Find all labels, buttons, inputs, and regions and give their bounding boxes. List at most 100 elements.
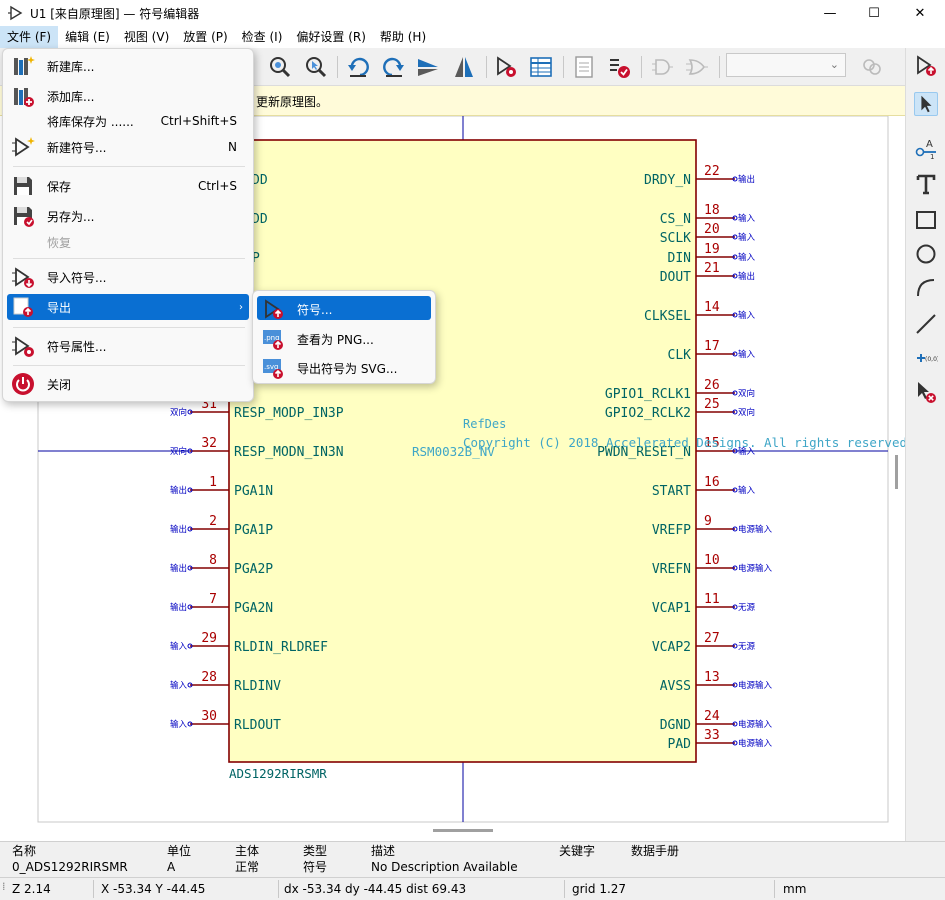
- menu-export-symbol[interactable]: 符号...: [257, 296, 431, 320]
- prop-label: 关键字: [559, 844, 596, 858]
- pin-name[interactable]: DGND: [660, 718, 691, 733]
- update-in-schematic-icon[interactable]: [914, 54, 938, 78]
- refdes-field[interactable]: RefDes: [463, 417, 506, 431]
- pin-name[interactable]: PGA2N: [234, 601, 273, 616]
- pin-number: 19: [704, 242, 720, 257]
- status-separator: [564, 880, 565, 898]
- datasheet-icon[interactable]: [572, 55, 596, 79]
- pin-name-partial[interactable]: DD: [252, 173, 268, 188]
- rotate-cw-icon[interactable]: [382, 55, 406, 79]
- menu-new-symbol[interactable]: 新建符号... N: [7, 134, 249, 160]
- pin-name[interactable]: CS_N: [660, 212, 691, 227]
- add-arc-icon[interactable]: [914, 276, 938, 300]
- menu-help[interactable]: 帮助 (H): [373, 26, 433, 48]
- pin-name[interactable]: PGA1N: [234, 484, 273, 499]
- pin-name[interactable]: CLK: [668, 348, 692, 363]
- pin-name[interactable]: RLDOUT: [234, 718, 281, 733]
- pin-name[interactable]: RLDINV: [234, 679, 281, 694]
- de-morgan-standard-icon[interactable]: [650, 55, 674, 79]
- zoom-selection-icon[interactable]: [304, 55, 328, 79]
- add-rectangle-icon[interactable]: [914, 208, 938, 232]
- symbol-properties-tool-icon[interactable]: [494, 55, 518, 79]
- menu-label: 保存: [47, 179, 72, 194]
- pin-electrical-type: 输入: [738, 252, 756, 263]
- pin-name[interactable]: GPIO1_RCLK1: [605, 387, 691, 402]
- menu-file[interactable]: 文件 (F): [0, 26, 59, 48]
- pin-number: 29: [201, 631, 217, 646]
- de-morgan-alternate-icon[interactable]: [685, 55, 709, 79]
- add-text-icon[interactable]: [914, 172, 938, 196]
- menu-export-svg[interactable]: .svg 导出符号为 SVG...: [257, 355, 431, 379]
- menu-save-library-as[interactable]: 将库保存为 ...... Ctrl+Shift+S: [7, 108, 249, 134]
- part-name-field[interactable]: ADS1292RIRSMR: [229, 766, 327, 781]
- mirror-vertical-icon[interactable]: [416, 55, 440, 79]
- footprint-field[interactable]: RSM0032B_NV: [412, 444, 495, 459]
- pin-table-icon[interactable]: [529, 55, 553, 79]
- set-anchor-icon[interactable]: (0,0): [914, 346, 938, 370]
- menu-import-symbol[interactable]: 导入符号...: [7, 264, 249, 290]
- pin-name[interactable]: DRDY_N: [644, 173, 691, 188]
- pin-name[interactable]: AVSS: [660, 679, 691, 694]
- pin-name[interactable]: VREFP: [652, 523, 691, 538]
- prop-value: A: [167, 860, 176, 874]
- zoom-fit-icon[interactable]: [268, 55, 292, 79]
- delete-tool-icon[interactable]: [914, 380, 938, 404]
- pin-name[interactable]: VCAP1: [652, 601, 691, 616]
- pin-name[interactable]: PGA1P: [234, 523, 273, 538]
- pin-name[interactable]: CLKSEL: [644, 309, 691, 324]
- horizontal-scrollbar[interactable]: [433, 829, 493, 832]
- menu-add-library[interactable]: 添加库...: [7, 83, 249, 109]
- menu-edit[interactable]: 编辑 (E): [58, 26, 117, 48]
- pin-name-partial[interactable]: DD: [252, 212, 268, 227]
- menu-label: 新建符号...: [47, 140, 107, 155]
- pin-name[interactable]: RLDIN_RLDREF: [234, 640, 328, 655]
- menu-symbol-properties[interactable]: 符号属性...: [7, 333, 249, 359]
- pin-number: 7: [209, 592, 217, 607]
- pin-name[interactable]: START: [652, 484, 691, 499]
- menu-new-library[interactable]: 新建库...: [7, 53, 249, 79]
- sync-pins-icon[interactable]: [860, 55, 884, 79]
- menu-inspect[interactable]: 检查 (I): [235, 26, 290, 48]
- menu-save-as[interactable]: 另存为...: [7, 203, 249, 229]
- add-pin-icon[interactable]: A 1: [914, 136, 938, 160]
- prop-label: 描述: [371, 844, 396, 858]
- app-symbol-icon: [8, 5, 23, 21]
- status-separator: [774, 880, 775, 898]
- pin-name[interactable]: PAD: [668, 737, 692, 752]
- copyright-field[interactable]: Copyright (C) 2018 Accelerated Designs. …: [463, 435, 905, 450]
- pin-name[interactable]: VCAP2: [652, 640, 691, 655]
- pin-name[interactable]: DOUT: [660, 270, 691, 285]
- add-circle-icon[interactable]: [914, 242, 938, 266]
- menu-save[interactable]: 保存 Ctrl+S: [7, 173, 249, 199]
- pin-name[interactable]: PGA2P: [234, 562, 273, 577]
- symbol-properties-panel: 名称 0_ADS1292RIRSMR 单位 A 主体 正常 类型 符号 描述 N…: [0, 841, 945, 877]
- menu-revert[interactable]: 恢复: [7, 229, 249, 255]
- add-line-icon[interactable]: [914, 312, 938, 336]
- menu-place[interactable]: 放置 (P): [176, 26, 234, 48]
- pin-name[interactable]: SCLK: [660, 231, 691, 246]
- menu-preferences[interactable]: 偏好设置 (R): [289, 26, 373, 48]
- menu-view-as-png[interactable]: .png 查看为 PNG...: [257, 326, 431, 350]
- menu-shortcut: Ctrl+S: [197, 179, 237, 193]
- cursor-arrow-icon: [921, 95, 932, 113]
- pin-name[interactable]: RESP_MODP_IN3P: [234, 406, 344, 421]
- unit-selector-dropdown[interactable]: ⌄: [726, 53, 846, 77]
- symbol-checker-icon[interactable]: [607, 55, 631, 79]
- minimize-button[interactable]: —: [807, 0, 853, 26]
- pin-number: 8: [209, 553, 217, 568]
- select-tool-button[interactable]: [914, 92, 938, 116]
- menu-view[interactable]: 视图 (V): [117, 26, 176, 48]
- pin-name[interactable]: GPIO2_RCLK2: [605, 406, 691, 421]
- pin-name[interactable]: DIN: [668, 251, 691, 266]
- vertical-scrollbar[interactable]: [895, 455, 898, 489]
- pin-number: 28: [201, 670, 217, 685]
- mirror-horizontal-icon[interactable]: [452, 55, 476, 79]
- maximize-button[interactable]: ☐: [851, 0, 897, 26]
- menu-close[interactable]: 关闭: [7, 371, 249, 397]
- menu-export[interactable]: 导出 ›: [7, 294, 249, 320]
- pin-name[interactable]: RESP_MODN_IN3N: [234, 445, 344, 460]
- pin-name[interactable]: VREFN: [652, 562, 691, 577]
- pin-number: 30: [201, 709, 217, 724]
- rotate-ccw-icon[interactable]: [346, 55, 370, 79]
- close-window-button[interactable]: ✕: [897, 0, 943, 26]
